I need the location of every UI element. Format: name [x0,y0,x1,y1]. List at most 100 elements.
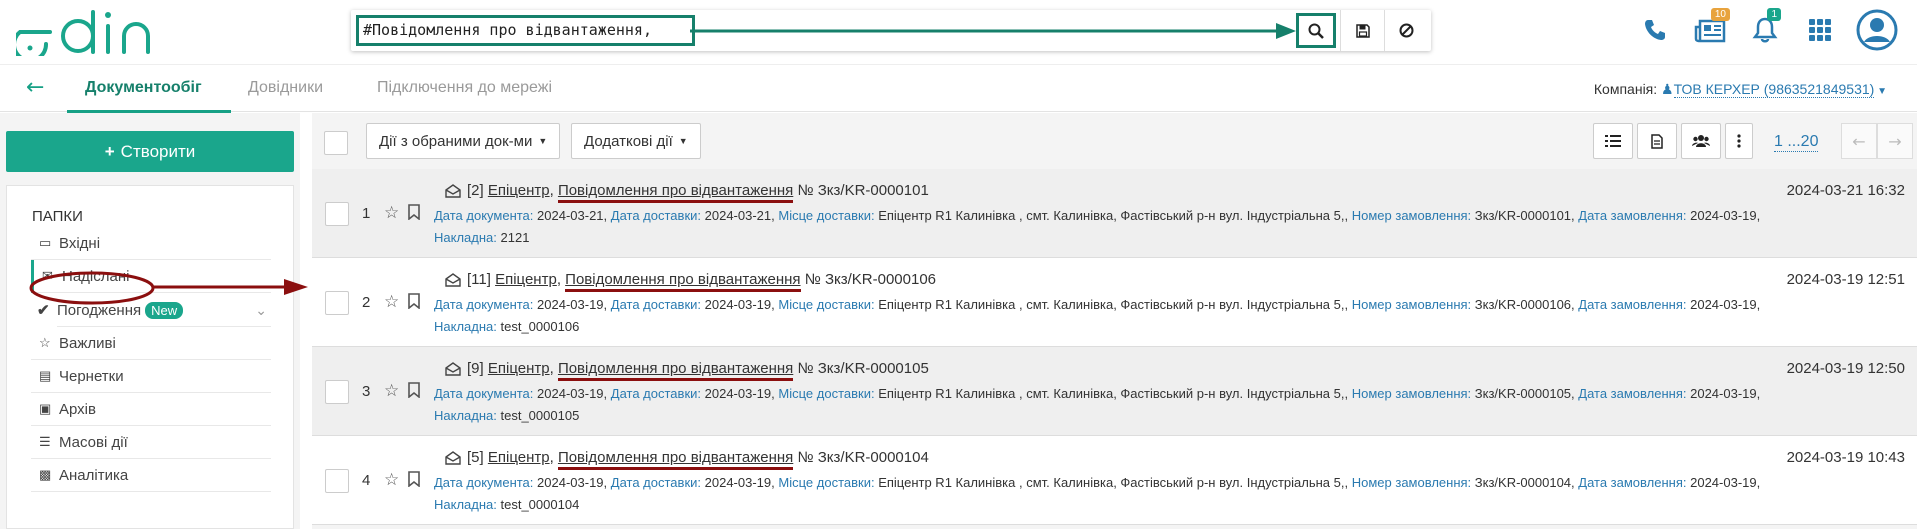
partner-link[interactable]: Епіцентр [488,449,550,466]
annotation-arrow-red [152,279,308,295]
save-icon [1355,23,1370,38]
folder-important[interactable]: ☆ Важливі [31,327,271,360]
row-meta-invoice: Накладна: test_0000105 [434,408,579,423]
folder-label: Масові дії [59,433,128,451]
row-title[interactable]: [9] Епіцентр, Повідомлення про відвантаж… [467,360,929,381]
order-no-label: Номер замовлення: [1351,208,1472,223]
star-icon[interactable]: ☆ [384,381,399,401]
order-date-value: 2024-03-19, [1690,386,1761,401]
chart-icon: ▩ [39,467,52,482]
row-title[interactable]: [5] Епіцентр, Повідомлення про відвантаж… [467,449,929,470]
invoice-value: test_0000106 [500,319,580,334]
tab-directories[interactable]: Довідники [248,79,323,97]
user-menu-button[interactable] [1855,8,1899,52]
folders-panel: ПАПКИ ▭ Вхідні ✉ Надіслані ✔ Погодження … [6,185,294,529]
doctype-link[interactable]: Повідомлення про відвантаження [557,449,794,470]
document-row[interactable]: 4 ☆ [5] Епіцентр, Повідомлення про відва… [312,436,1917,525]
folder-incoming[interactable]: ▭ Вхідні [31,227,271,260]
doc-number: № Зкз/KR-0000101 [797,182,929,199]
folder-drafts[interactable]: ▤ Чернетки [31,360,271,393]
tab-document-flow[interactable]: Документообіг [85,79,202,97]
bookmark-icon[interactable] [408,382,420,398]
list-view-button[interactable] [1593,123,1633,159]
save-search-button[interactable] [1340,10,1384,51]
annotation-arrow-green [690,23,1296,39]
extra-actions-dropdown[interactable]: Додаткові дії ▼ [571,123,701,159]
partner-link[interactable]: Епіцентр [495,271,557,288]
star-icon[interactable]: ☆ [384,292,399,312]
user-small-icon: ♟ [1661,81,1674,97]
edin-logo[interactable] [16,8,161,56]
news-button[interactable]: 10 [1690,8,1730,48]
more-options-button[interactable] [1725,123,1753,159]
chevron-down-icon[interactable]: ⌄ [255,302,267,319]
row-checkbox[interactable] [325,469,349,493]
selected-actions-dropdown[interactable]: Дії з обраними док-ми ▼ [366,123,561,159]
delivery-date-label: Дата доставки: [610,297,702,312]
caret-down-icon[interactable]: ▼ [1874,86,1887,97]
row-datetime: 2024-03-19 12:50 [1786,360,1905,377]
company-label: Компанія: [1593,81,1658,97]
phone-button[interactable] [1635,12,1675,48]
user-avatar-icon [1856,9,1898,51]
doctype-link[interactable]: Повідомлення про відвантаження [565,271,801,292]
row-meta-invoice: Накладна: test_0000104 [434,497,579,512]
document-view-button[interactable] [1637,123,1677,159]
message-count: [2] [467,182,484,199]
order-date-label: Дата замовлення: [1578,475,1687,490]
delivery-date-value: 2024-03-19, [704,386,775,401]
invoice-label: Накладна: [434,230,497,245]
folder-archive[interactable]: ▣ Архів [31,393,271,426]
folder-label: Аналітика [59,466,129,484]
select-all-checkbox[interactable] [324,131,348,155]
notifications-button[interactable]: 1 [1745,8,1785,48]
search-input-wrapper[interactable]: #Повідомлення про відвантаження, [356,15,695,46]
delivery-place-label: Місце доставки: [778,475,875,490]
document-row[interactable]: 1 ☆ [2] Епіцентр, Повідомлення про відва… [312,169,1917,258]
folder-label: Чернетки [59,367,124,385]
delivery-place-value: Епіцентр R1 Калинівка , смт. Калинівка, … [878,297,1349,312]
news-badge: 10 [1710,8,1730,21]
bookmark-icon[interactable] [408,204,420,220]
pagination-range[interactable]: 1 ...20 [1774,133,1819,152]
document-row[interactable]: 2 ☆ [11] Епіцентр, Повідомлення про відв… [312,258,1917,347]
document-row[interactable]: 3 ☆ [9] Епіцентр, Повідомлення про відва… [312,347,1917,436]
search-button[interactable] [1296,13,1336,48]
row-title[interactable]: [2] Епіцентр, Повідомлення про відвантаж… [467,182,929,203]
search-input[interactable]: #Повідомлення про відвантаження, [363,21,652,39]
star-icon[interactable]: ☆ [384,470,399,490]
message-count: [11] [467,271,491,288]
order-no-value: Зкз/KR-0000106, [1474,297,1575,312]
selected-actions-label: Дії з обраними док-ми [379,132,533,150]
back-arrow-icon[interactable]: ← [26,75,44,100]
envelope-open-icon [445,451,461,465]
draft-icon: ▤ [39,368,52,383]
folder-bulk-actions[interactable]: ☰ Масові дії [31,426,271,459]
clear-search-button[interactable] [1384,10,1428,51]
group-view-button[interactable] [1681,123,1721,159]
bookmark-icon[interactable] [408,471,420,487]
annotation-ellipse-red [29,271,155,305]
bookmark-icon[interactable] [408,293,420,309]
order-date-label: Дата замовлення: [1578,297,1687,312]
row-checkbox[interactable] [325,380,349,404]
apps-button[interactable] [1800,12,1840,48]
row-checkbox[interactable] [325,291,349,315]
folder-analytics[interactable]: ▩ Аналітика [31,459,271,492]
envelope-open-icon [445,273,461,287]
partner-link[interactable]: Епіцентр [488,182,550,199]
star-icon[interactable]: ☆ [384,203,399,223]
prev-page-button[interactable]: ← [1841,123,1877,159]
tab-network-connection[interactable]: Підключення до мережі [377,79,552,97]
caret-down-icon: ▼ [678,136,688,146]
row-title[interactable]: [11] Епіцентр, Повідомлення про відванта… [467,271,936,292]
company-link[interactable]: ТОВ КЕРХЕР (9863521849531) [1673,81,1875,98]
create-button[interactable]: + Створити [6,131,294,172]
ban-icon [1399,23,1414,38]
doctype-link[interactable]: Повідомлення про відвантаження [557,182,794,203]
doctype-link[interactable]: Повідомлення про відвантаження [557,360,794,381]
next-page-button[interactable]: → [1877,123,1913,159]
partner-link[interactable]: Епіцентр [488,360,550,377]
order-date-label: Дата замовлення: [1578,386,1687,401]
row-checkbox[interactable] [325,202,349,226]
